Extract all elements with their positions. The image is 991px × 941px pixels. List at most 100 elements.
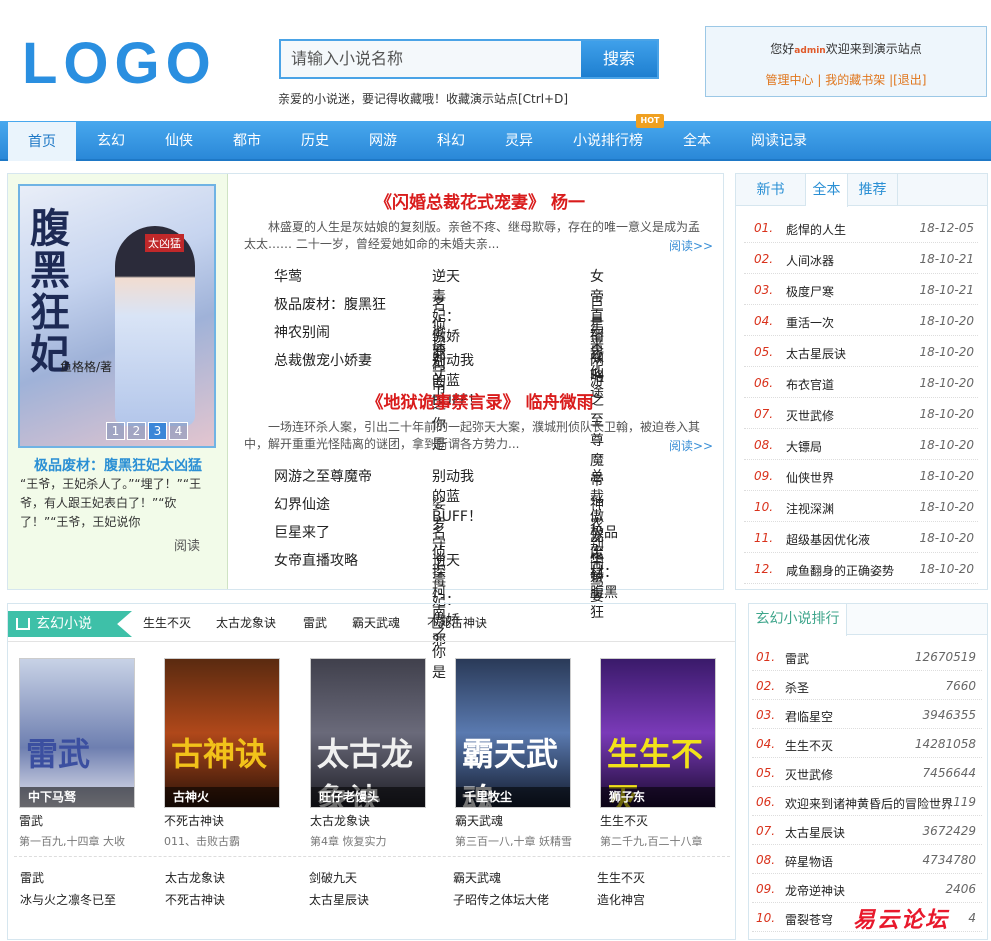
book-name[interactable]: 欢迎来到诸神黄昏后的冒险世界 bbox=[785, 795, 953, 812]
ranking-row[interactable]: 06. 欢迎来到诸神黄昏后的冒险世界 119 bbox=[752, 787, 982, 816]
new-book-row[interactable]: 04. 重活一次 18-10-20 bbox=[744, 305, 978, 336]
book-name[interactable]: 灭世武修 bbox=[786, 407, 834, 424]
book-link[interactable]: 生生不灭 bbox=[597, 869, 645, 886]
book-card[interactable]: 霸天武魂千里牧尘霸天武魂第三百一八,十章 妖精雪 bbox=[455, 658, 573, 849]
book-name[interactable]: 太古龙象诀 bbox=[310, 812, 428, 829]
book-name[interactable]: 咸鱼翻身的正确姿势 bbox=[786, 562, 894, 579]
new-book-row[interactable]: 11. 超级基因优化液 18-10-20 bbox=[744, 522, 978, 553]
ranking-row[interactable]: 08. 碎星物语 4734780 bbox=[752, 845, 982, 874]
nav-xuanhuan[interactable]: 玄幻 bbox=[80, 121, 142, 161]
search-input[interactable]: 请输入小说名称 bbox=[281, 41, 583, 77]
book-name[interactable]: 雷裂苍穹 bbox=[785, 911, 833, 928]
new-book-row[interactable]: 12. 咸鱼翻身的正确姿势 18-10-20 bbox=[744, 553, 978, 584]
book-name[interactable]: 不死古神诀 bbox=[164, 812, 282, 829]
nav-xianxia[interactable]: 仙侠 bbox=[148, 121, 210, 161]
new-book-row[interactable]: 09. 仙侠世界 18-10-20 bbox=[744, 460, 978, 491]
book-link[interactable]: 霸天武魂 bbox=[453, 869, 501, 886]
book-link[interactable]: 幻界仙途 bbox=[274, 494, 330, 514]
ranking-row[interactable]: 07. 太古星辰诀 3672429 bbox=[752, 816, 982, 845]
book-link[interactable]: 华莺 bbox=[590, 550, 604, 590]
tab-recommend[interactable]: 推荐 bbox=[848, 174, 898, 206]
book-name[interactable]: 碎星物语 bbox=[785, 853, 833, 870]
ranking-row[interactable]: 09. 龙帝逆神诀 2406 bbox=[752, 874, 982, 903]
new-book-row[interactable]: 10. 注视深渊 18-10-20 bbox=[744, 491, 978, 522]
featured-left-read[interactable]: 阅读 bbox=[174, 535, 200, 554]
manage-link[interactable]: 管理中心 bbox=[766, 73, 814, 87]
book-name[interactable]: 极度尸寒 bbox=[786, 283, 834, 300]
tab-new[interactable]: 新书 bbox=[736, 174, 806, 206]
book-name[interactable]: 大镖局 bbox=[786, 438, 822, 455]
book-cover[interactable]: 雷武 中下马驽 bbox=[19, 658, 135, 808]
book-link[interactable]: 女帝直播攻略 bbox=[274, 550, 358, 570]
book-link[interactable]: 巨星来了 bbox=[274, 522, 330, 542]
nav-dushi[interactable]: 都市 bbox=[216, 121, 278, 161]
book-link[interactable]: 极品废材：腹黑狂 bbox=[274, 294, 386, 314]
book-name[interactable]: 注视深渊 bbox=[786, 500, 834, 517]
tag-link[interactable]: 雷武 bbox=[303, 614, 327, 631]
new-book-row[interactable]: 07. 灭世武修 18-10-20 bbox=[744, 398, 978, 429]
book-cover[interactable]: 生生不灭狮子东 bbox=[600, 658, 716, 808]
book-link[interactable]: 太古龙象诀 bbox=[165, 869, 225, 886]
latest-chapter[interactable]: 011、击败古霸 bbox=[164, 833, 282, 849]
ranking-row[interactable]: 01. 雷武 12670519 bbox=[752, 642, 982, 671]
nav-wangyou[interactable]: 网游 bbox=[352, 121, 414, 161]
new-book-row[interactable]: 08. 大镖局 18-10-20 bbox=[744, 429, 978, 460]
book-card[interactable]: 雷武 中下马驽雷武第一百九,十四章 大收 bbox=[19, 658, 137, 849]
book-card[interactable]: 生生不灭狮子东生生不灭第二千九,百二十八章 bbox=[600, 658, 718, 849]
book-card[interactable]: 太古龙象诀旺仔老馒头太古龙象诀第4章 恢复实力 bbox=[310, 658, 428, 849]
site-logo[interactable]: LOGO bbox=[22, 34, 217, 94]
ranking-title[interactable]: 玄幻小说排行 bbox=[749, 604, 847, 636]
book-link[interactable]: 神农别闹 bbox=[274, 322, 330, 342]
book-link[interactable]: 剑破九天 bbox=[309, 869, 357, 886]
read-more-link[interactable]: 阅读>> bbox=[669, 237, 713, 254]
logout-link[interactable]: [退出] bbox=[893, 73, 926, 87]
latest-chapter[interactable]: 第三百一八,十章 妖精雪 bbox=[455, 833, 573, 849]
page-2[interactable]: 2 bbox=[127, 422, 146, 440]
book-link[interactable]: 网游之至尊魔帝 bbox=[274, 466, 372, 486]
book-name[interactable]: 彪悍的人生 bbox=[786, 221, 846, 238]
book-link[interactable]: 太古星辰诀 bbox=[309, 891, 369, 908]
book-title[interactable]: 《闪婚总裁花式宠妻》 杨一 bbox=[245, 188, 715, 213]
book-cover[interactable]: 古神诀 古神火 bbox=[164, 658, 280, 808]
ranking-row[interactable]: 02. 杀圣 7660 bbox=[752, 671, 982, 700]
tag-link[interactable]: 不死古神诀 bbox=[427, 614, 487, 631]
username[interactable]: admin bbox=[794, 46, 825, 56]
tag-link[interactable]: 霸天武魂 bbox=[352, 614, 400, 631]
featured-cover[interactable]: 腹黑狂妃 太凶猛 鱼格格/著 1234 bbox=[18, 184, 216, 448]
page-1[interactable]: 1 bbox=[106, 422, 125, 440]
nav-quanben[interactable]: 全本 bbox=[664, 121, 730, 161]
tab-complete[interactable]: 全本 bbox=[806, 174, 848, 207]
new-book-row[interactable]: 06. 布衣官道 18-10-20 bbox=[744, 367, 978, 398]
latest-chapter[interactable]: 第二千九,百二十八章 bbox=[600, 833, 718, 849]
book-link[interactable]: 冰与火之凛冬已至 bbox=[20, 891, 116, 908]
tag-link[interactable]: 太古龙象诀 bbox=[216, 614, 276, 631]
book-name[interactable]: 仙侠世界 bbox=[786, 469, 834, 486]
book-name[interactable]: 布衣官道 bbox=[786, 376, 834, 393]
page-4[interactable]: 4 bbox=[169, 422, 188, 440]
book-cover[interactable]: 太古龙象诀旺仔老馒头 bbox=[310, 658, 426, 808]
new-book-row[interactable]: 05. 太古星辰诀 18-10-20 bbox=[744, 336, 978, 367]
book-link[interactable]: 不死古神诀 bbox=[165, 891, 225, 908]
book-name[interactable]: 人间冰器 bbox=[786, 252, 834, 269]
nav-home[interactable]: 首页 bbox=[8, 122, 76, 161]
bookshelf-link[interactable]: 我的藏书架 bbox=[825, 73, 885, 87]
nav-lishi[interactable]: 历史 bbox=[284, 121, 346, 161]
book-card[interactable]: 古神诀 古神火不死古神诀 011、击败古霸 bbox=[164, 658, 282, 849]
book-name[interactable]: 杀圣 bbox=[785, 679, 809, 696]
nav-history[interactable]: 阅读记录 bbox=[740, 121, 818, 161]
search-button[interactable]: 搜索 bbox=[581, 41, 657, 77]
ranking-row[interactable]: 04. 生生不灭 14281058 bbox=[752, 729, 982, 758]
latest-chapter[interactable]: 第4章 恢复实力 bbox=[310, 833, 428, 849]
book-name[interactable]: 龙帝逆神诀 bbox=[785, 882, 845, 899]
book-name[interactable]: 生生不灭 bbox=[600, 812, 718, 829]
book-name[interactable]: 雷武 bbox=[19, 812, 137, 829]
ranking-row[interactable]: 03. 君临星空 3946355 bbox=[752, 700, 982, 729]
book-title[interactable]: 《地狱诡事禁言录》 临舟微雨 bbox=[245, 388, 715, 413]
page-3[interactable]: 3 bbox=[148, 422, 167, 440]
latest-chapter[interactable]: 第一百九,十四章 大收 bbox=[19, 833, 137, 849]
new-book-row[interactable]: 03. 极度尸寒 18-10-21 bbox=[744, 274, 978, 305]
nav-lingyi[interactable]: 灵异 bbox=[488, 121, 550, 161]
book-link[interactable]: 造化神宫 bbox=[597, 891, 645, 908]
book-name[interactable]: 雷武 bbox=[785, 650, 809, 667]
book-name[interactable]: 重活一次 bbox=[786, 314, 834, 331]
